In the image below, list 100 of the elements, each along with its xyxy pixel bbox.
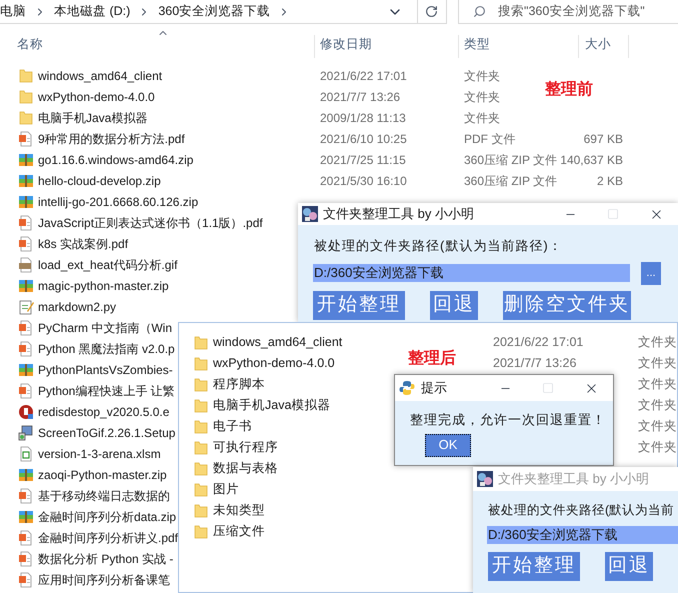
archive-icon: [18, 362, 34, 378]
breadcrumb-item[interactable]: 360安全浏览器下载: [158, 2, 270, 21]
folder-icon: [193, 356, 209, 372]
type-cell-text: 文件夹: [638, 355, 677, 372]
dialog-title: 提示: [421, 379, 447, 398]
folder-icon: [193, 418, 209, 434]
file-name: 图片: [213, 481, 239, 498]
file-name: markdown2.py: [38, 298, 116, 316]
file-name: 金融时间序列分析讲义.pdf: [38, 530, 178, 546]
file-name: PyCharm 中文指南（Win: [38, 320, 172, 336]
file-name: 基于移动终端日志数据的: [38, 488, 170, 504]
archive-icon: [18, 152, 34, 168]
tool-button[interactable]: 回退: [605, 552, 653, 581]
date-cell-text: 2009/1/28 11:13: [319, 110, 407, 126]
archive-icon: [18, 508, 34, 524]
column-header[interactable]: 类型: [459, 35, 579, 58]
size-cell-text: 697 KB: [582, 130, 623, 148]
document-icon: [18, 130, 34, 146]
file-name: 程序脚本: [213, 376, 265, 394]
ok-button[interactable]: OK: [425, 434, 471, 456]
search-icon: [473, 5, 486, 18]
app-icon: [302, 206, 318, 222]
file-name: 未知类型: [213, 502, 265, 520]
date-cell-text: 2021/6/10 10:25: [319, 130, 408, 148]
before-label: 整理前: [545, 80, 593, 100]
tool-button[interactable]: 开始整理: [313, 290, 405, 320]
document-icon: [18, 572, 34, 588]
folder-icon: [193, 440, 209, 456]
file-name: redisdestop_v2020.5.0.e: [38, 404, 170, 420]
installer-icon: [18, 424, 34, 440]
folder-icon: [193, 376, 209, 392]
size-cell-text: 140,637 KB: [559, 152, 623, 168]
tool-button[interactable]: 开始整理: [488, 552, 580, 581]
after-label: 整理后: [408, 348, 456, 369]
column-header[interactable]: 名称: [0, 35, 315, 58]
refresh-icon: [425, 5, 438, 18]
file-name: Python 黑魔法指南 v2.0.p: [38, 340, 175, 358]
folder-icon: [193, 398, 209, 414]
file-name: 应用时间序列分析备课笔: [38, 572, 170, 588]
path-field[interactable]: D:/360安全浏览器下载: [313, 264, 630, 282]
type-cell-text: 文件夹: [638, 397, 677, 414]
folder-icon: [18, 110, 34, 126]
app-icon: [477, 471, 493, 487]
column-header[interactable]: 大小: [579, 35, 629, 58]
column-header[interactable]: 修改日期: [315, 35, 459, 58]
file-name: ScreenToGif.2.26.1.Setup: [38, 424, 176, 442]
file-name: go1.16.6.windows-amd64.zip: [38, 152, 194, 168]
document-icon: [18, 488, 34, 504]
type-cell-text: 文件夹: [463, 110, 501, 126]
type-cell-text: 360压缩 ZIP 文件: [463, 172, 558, 190]
file-name: 数据与表格: [213, 460, 278, 478]
date-cell-text: 2021/7/25 11:15: [319, 152, 407, 168]
file-name: k8s 实战案例.pdf: [38, 236, 128, 252]
search-field[interactable]: 搜索"360安全浏览器下载": [458, 0, 678, 24]
file-name: version-1-3-arena.xlsm: [38, 446, 161, 462]
file-name: 可执行程序: [213, 439, 278, 456]
type-cell-text: 文件夹: [638, 334, 677, 352]
folder-icon: [193, 524, 209, 540]
document-icon: [18, 340, 34, 356]
file-name: 电脑手机Java模拟器: [213, 397, 330, 414]
file-name: hello-cloud-develop.zip: [38, 172, 161, 190]
file-name: intellij-go-201.6668.60.126.zip: [38, 194, 198, 210]
folder-icon: [193, 334, 209, 350]
refresh-button[interactable]: [418, 0, 447, 24]
document-icon: [18, 530, 34, 546]
file-name: windows_amd64_client: [38, 68, 162, 84]
file-name: 压缩文件: [213, 523, 265, 540]
breadcrumb-item[interactable]: 本地磁盘 (D:): [54, 2, 130, 21]
archive-icon: [18, 172, 34, 188]
tool-button[interactable]: 回退: [430, 290, 478, 320]
image-file-icon: [18, 256, 34, 272]
type-cell-text: 文件夹: [638, 439, 677, 456]
archive-icon: [18, 278, 34, 294]
spreadsheet-icon: [18, 446, 34, 462]
path-label: 被处理的文件夹路径(默认为当前路径)：: [314, 237, 564, 255]
file-name: windows_amd64_client: [213, 334, 342, 352]
file-name: 数据化分析 Python 实战 -: [38, 550, 174, 568]
tool-button[interactable]: 删除空文件夹: [503, 290, 631, 320]
date-cell-text: 2021/7/7 13:26: [493, 355, 578, 372]
browse-button[interactable]: ...: [641, 262, 661, 284]
size-cell-text: 2 KB: [596, 172, 623, 190]
window-title: 文件夹整理工具 by 小小明: [498, 470, 649, 488]
date-cell-text: 2021/6/22 17:01: [319, 68, 408, 84]
file-name: 9种常用的数据分析方法.pdf: [38, 130, 185, 148]
path-field[interactable]: D:/360安全浏览器下载: [487, 526, 678, 544]
path-label: 被处理的文件夹路径(默认为当前: [488, 502, 676, 519]
app-icon: [18, 404, 34, 420]
type-cell-text: 文件夹: [638, 418, 677, 436]
window-title: 文件夹整理工具 by 小小明: [323, 205, 474, 224]
folder-icon: [193, 502, 209, 518]
file-name: wxPython-demo-4.0.0: [38, 88, 155, 106]
file-name: 金融时间序列分析data.zip: [38, 508, 176, 526]
address-bar[interactable]: 电脑 本地磁盘 (D:) 360安全浏览器下载: [0, 0, 418, 24]
file-name: magic-python-master.zip: [38, 278, 169, 294]
breadcrumb-item[interactable]: 电脑: [0, 2, 26, 21]
date-cell-text: 2021/7/7 13:26: [319, 88, 402, 106]
date-cell-text: 2021/5/30 16:10: [319, 172, 408, 190]
file-name: 电脑手机Java模拟器: [38, 110, 148, 126]
folder-icon: [193, 482, 209, 498]
dialog-message: 整理完成，允许一次回退重置！: [410, 411, 607, 429]
